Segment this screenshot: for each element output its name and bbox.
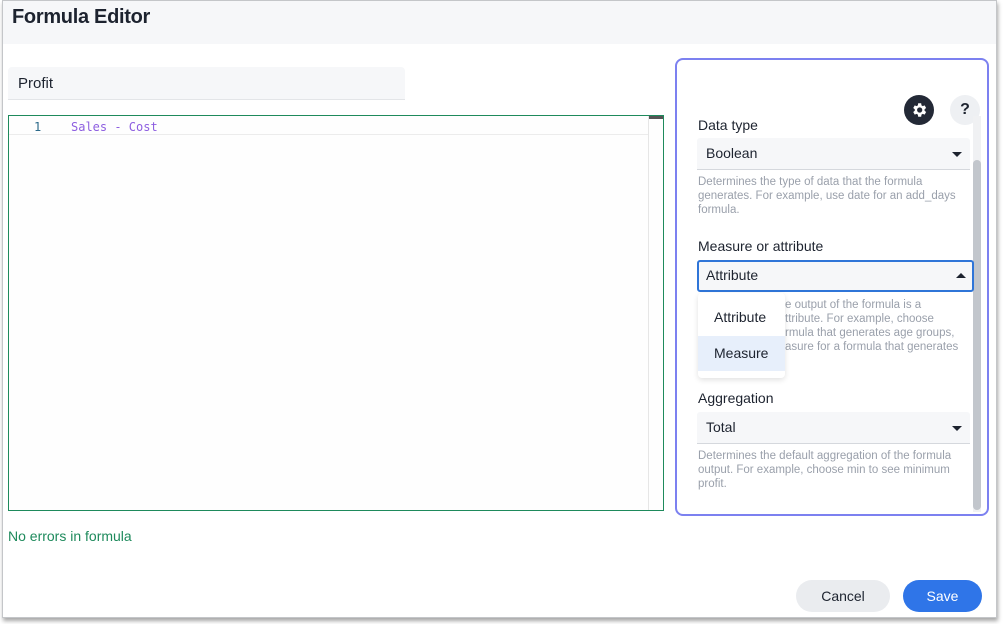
formula-name-input[interactable] — [8, 67, 405, 99]
dropdown-option-measure[interactable]: Measure — [698, 336, 785, 371]
line-number: 1 — [34, 120, 42, 134]
cancel-button[interactable]: Cancel — [796, 580, 890, 612]
aggregation-select[interactable]: Total — [697, 412, 970, 444]
measure-attribute-value: Attribute — [706, 267, 759, 283]
formula-code-editor[interactable]: 1 Sales - Cost — [8, 115, 664, 511]
dialog-header: Formula Editor — [3, 1, 996, 44]
chevron-down-icon — [952, 152, 962, 157]
gear-icon — [913, 103, 927, 117]
editor-scroll-thumb[interactable] — [649, 116, 663, 119]
formula-status-message: No errors in formula — [8, 528, 132, 544]
save-button[interactable]: Save — [903, 580, 982, 612]
help-icon: ? — [960, 101, 970, 118]
editor-line[interactable]: 1 Sales - Cost — [9, 118, 649, 135]
editor-scrollbar[interactable] — [648, 116, 649, 510]
data-type-help: Determines the type of data that the for… — [698, 176, 956, 216]
dropdown-option-attribute[interactable]: Attribute — [698, 300, 785, 335]
data-type-label: Data type — [698, 117, 758, 133]
aggregation-label: Aggregation — [698, 390, 774, 406]
data-type-value: Boolean — [706, 145, 758, 161]
chevron-down-icon — [952, 426, 962, 431]
data-type-select[interactable]: Boolean — [697, 138, 970, 170]
settings-button[interactable] — [904, 95, 934, 125]
formula-name-field[interactable] — [8, 67, 405, 100]
aggregation-value: Total — [706, 419, 736, 435]
measure-attribute-label: Measure or attribute — [698, 238, 824, 254]
measure-attribute-help: e output of the formula is a ttribute. F… — [785, 299, 959, 353]
measure-attribute-dropdown: Attribute Measure — [698, 293, 785, 378]
chevron-up-icon — [956, 273, 966, 278]
formula-code[interactable]: Sales - Cost — [71, 120, 158, 134]
measure-attribute-select[interactable]: Attribute — [697, 260, 974, 292]
aggregation-help: Determines the default aggregation of th… — [698, 450, 952, 490]
dialog-title: Formula Editor — [12, 6, 151, 28]
